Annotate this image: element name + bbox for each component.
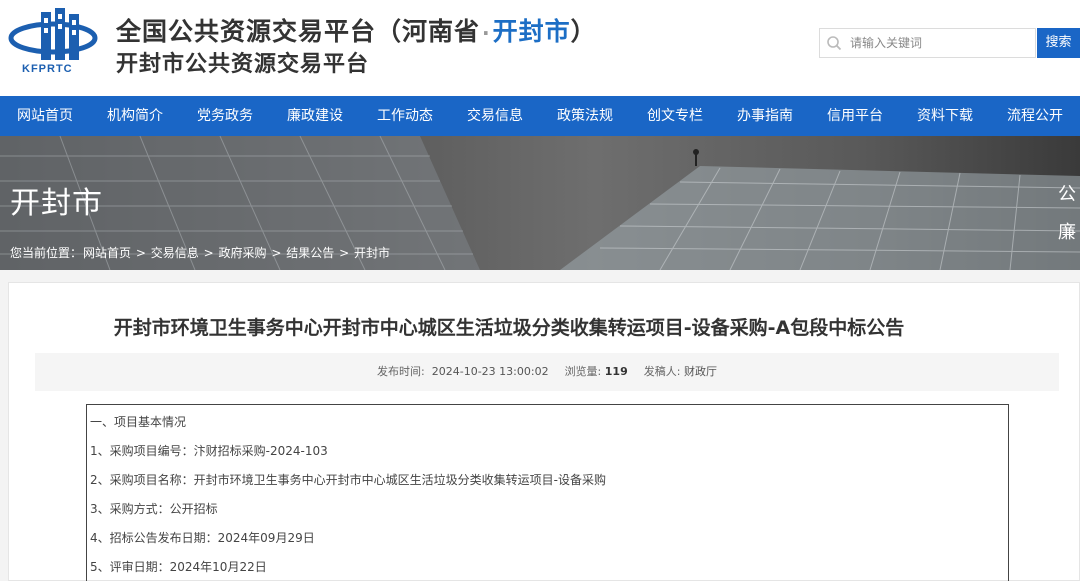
search-button[interactable]: 搜索 xyxy=(1037,28,1080,58)
nav-item-trading-info[interactable]: 交易信息 xyxy=(450,96,540,136)
publish-time: 2024-10-23 13:00:02 xyxy=(431,365,549,378)
article-meta: 发布时间: 2024-10-23 13:00:02 浏览量: 119 发稿人: 财政… xyxy=(35,353,1059,391)
breadcrumb: 您当前位置：网站首页 > 交易信息 > 政府采购 > 结果公告 > 开封市 xyxy=(10,244,391,261)
breadcrumb-city[interactable]: 开封市 xyxy=(354,246,390,260)
banner-title: 开封市 xyxy=(10,186,103,221)
nav-item-about[interactable]: 机构简介 xyxy=(90,96,180,136)
breadcrumb-separator: > xyxy=(135,246,146,260)
nav-item-party-affairs[interactable]: 党务政务 xyxy=(180,96,270,136)
content-line: 3、采购方式：公开招标 xyxy=(90,502,218,516)
nav-item-credit[interactable]: 信用平台 xyxy=(810,96,900,136)
side-tab-char: 公 xyxy=(1058,184,1076,205)
site-title: 全国公共资源交易平台（河南省 ·开封市） xyxy=(116,12,597,48)
views-count: 119 xyxy=(604,365,628,378)
content-line: 2、采购项目名称：开封市环境卫生事务中心开封市中心城区生活垃圾分类收集转运项目-… xyxy=(90,473,606,487)
nav-item-downloads[interactable]: 资料下载 xyxy=(900,96,990,136)
nav-item-home[interactable]: 网站首页 xyxy=(0,96,90,136)
nav-item-news[interactable]: 工作动态 xyxy=(360,96,450,136)
search-input[interactable] xyxy=(850,31,1030,55)
site-subtitle: 开封市公共资源交易平台 xyxy=(116,52,370,77)
breadcrumb-label: 您当前位置： xyxy=(10,246,83,260)
site-title-city: 开封市 xyxy=(492,17,571,46)
logo-emblem-icon xyxy=(8,8,98,60)
logo-text: KFPRTC xyxy=(22,63,73,75)
publish-time-label: 发布时间: xyxy=(377,365,425,378)
search-box xyxy=(819,28,1036,58)
site-title-close: ） xyxy=(570,17,597,46)
author-name: 财政厅 xyxy=(683,365,717,378)
search-icon xyxy=(827,36,842,51)
side-float-tab[interactable]: 公 廉 xyxy=(1058,176,1080,252)
content-line: 1、采购项目编号：汴财招标采购-2024-103 xyxy=(90,444,328,458)
site-title-main: 全国公共资源交易平台（河南省 xyxy=(116,17,481,46)
content-line: 5、评审日期：2024年10月22日 xyxy=(90,560,267,574)
content-line: 一、项目基本情况 xyxy=(90,415,187,429)
site-title-dot: · xyxy=(482,21,491,45)
nav-item-process[interactable]: 流程公开 xyxy=(990,96,1080,136)
breadcrumb-separator: > xyxy=(339,246,350,260)
nav-item-guide[interactable]: 办事指南 xyxy=(720,96,810,136)
views-label: 浏览量: xyxy=(564,365,602,378)
side-tab-char: 廉 xyxy=(1058,222,1076,243)
content-line: 4、招标公告发布日期：2024年09月29日 xyxy=(90,531,315,545)
author-label: 发稿人: xyxy=(643,365,681,378)
breadcrumb-gov-procurement[interactable]: 政府采购 xyxy=(218,246,266,260)
breadcrumb-home[interactable]: 网站首页 xyxy=(83,246,131,260)
main-nav: 网站首页 机构简介 党务政务 廉政建设 工作动态 交易信息 政策法规 创文专栏 … xyxy=(0,96,1080,136)
breadcrumb-separator: > xyxy=(271,246,282,260)
article-card: 开封市环境卫生事务中心开封市中心城区生活垃圾分类收集转运项目-设备采购-A包段中… xyxy=(8,282,1080,581)
breadcrumb-separator: > xyxy=(203,246,214,260)
page-banner: 开封市 您当前位置：网站首页 > 交易信息 > 政府采购 > 结果公告 > 开封… xyxy=(0,136,1080,270)
article-title: 开封市环境卫生事务中心开封市中心城区生活垃圾分类收集转运项目-设备采购-A包段中… xyxy=(113,317,905,339)
nav-item-integrity[interactable]: 廉政建设 xyxy=(270,96,360,136)
breadcrumb-trading-info[interactable]: 交易信息 xyxy=(151,246,199,260)
nav-item-civilization[interactable]: 创文专栏 xyxy=(630,96,720,136)
nav-item-policies[interactable]: 政策法规 xyxy=(540,96,630,136)
site-header: KFPRTC 全国公共资源交易平台（河南省·开封市） 开封市公共资源交易平台 搜… xyxy=(0,0,1080,96)
article-content: 一、项目基本情况 1、采购项目编号：汴财招标采购-2024-103 2、采购项目… xyxy=(86,404,1009,581)
breadcrumb-results[interactable]: 结果公告 xyxy=(286,246,334,260)
